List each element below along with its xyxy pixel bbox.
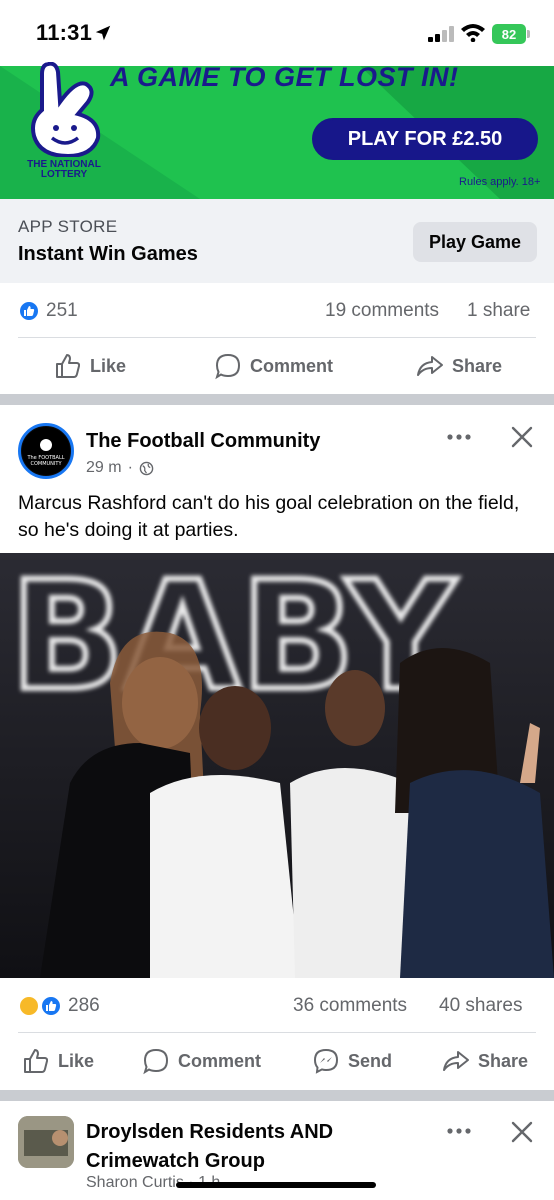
svg-text:COMMUNITY: COMMUNITY — [30, 461, 62, 467]
feed-separator — [0, 394, 554, 405]
like-icon — [24, 1049, 49, 1073]
post-share-button[interactable]: Share — [442, 1043, 528, 1079]
author-name[interactable]: Sharon Curtis — [86, 1174, 184, 1191]
ad-shares-count[interactable]: 1 share — [467, 300, 530, 322]
post-shares-count[interactable]: 40 shares — [439, 995, 522, 1017]
battery-tip — [527, 30, 530, 38]
post-comments-count[interactable]: 36 comments — [293, 995, 407, 1017]
ad-share-button[interactable]: Share — [416, 348, 502, 384]
send-label: Send — [348, 1050, 393, 1071]
post-text: Marcus Rashford can't do his goal celebr… — [18, 492, 520, 541]
group-avatar[interactable] — [18, 1116, 74, 1168]
post-comment-button[interactable]: Comment — [142, 1043, 261, 1079]
wifi-icon — [461, 24, 485, 42]
like-icon — [56, 354, 81, 378]
status-time: 11:31 — [36, 20, 93, 45]
location-arrow-icon — [95, 25, 111, 41]
ad-reaction-count[interactable]: 251 — [46, 300, 78, 322]
group-name[interactable]: Droylsden Residents AND Crimewatch Group — [86, 1118, 416, 1176]
share-icon — [443, 1051, 469, 1071]
close-icon[interactable] — [510, 1120, 534, 1144]
play-for-button[interactable]: PLAY FOR £2.50 — [312, 118, 538, 160]
play-game-button[interactable]: Play Game — [413, 222, 537, 262]
post-like-button[interactable]: Like — [22, 1043, 94, 1079]
messenger-icon — [313, 1048, 339, 1074]
divider — [18, 337, 536, 338]
status-bar: 11:31 82 — [0, 0, 554, 66]
lottery-brand-name: THE NATIONAL LOTTERY — [27, 159, 101, 180]
post-photo[interactable]: BABY — [0, 553, 554, 978]
feed-separator — [0, 1090, 554, 1101]
like-label: Like — [90, 355, 127, 376]
battery-indicator: 82 — [492, 24, 526, 44]
like-reaction-icon — [40, 995, 62, 1017]
post-send-button[interactable]: Send — [312, 1043, 392, 1079]
like-label: Like — [58, 1050, 95, 1071]
like-reaction-icon — [18, 300, 40, 322]
post-time[interactable]: 29 m — [86, 459, 122, 477]
lottery-fingers-logo — [31, 62, 101, 157]
ad-like-button[interactable]: Like — [54, 348, 126, 384]
party-photo: BABY — [0, 553, 554, 978]
ad-headline: A GAME TO GET LOST IN! — [110, 62, 459, 92]
ad-source: APP STORE — [18, 217, 118, 236]
share-icon — [417, 356, 443, 376]
comment-icon — [215, 353, 241, 380]
football-logo-icon: The FOOTBALL COMMUNITY — [22, 427, 70, 475]
home-indicator[interactable] — [176, 1182, 376, 1188]
page-avatar[interactable]: The FOOTBALL COMMUNITY — [18, 423, 74, 479]
divider — [18, 1032, 536, 1033]
comment-label: Comment — [178, 1050, 262, 1071]
ad-comment-button[interactable]: Comment — [214, 348, 333, 384]
comment-label: Comment — [250, 355, 334, 376]
more-options-icon[interactable] — [446, 432, 472, 442]
globe-icon — [139, 461, 154, 475]
share-label: Share — [452, 355, 503, 376]
ad-comments-count[interactable]: 19 comments — [325, 300, 439, 322]
page-name[interactable]: The Football Community — [86, 430, 320, 453]
signal-icon — [428, 26, 454, 42]
post-reaction-count[interactable]: 286 — [68, 995, 100, 1017]
more-options-icon[interactable] — [446, 1126, 472, 1136]
haha-reaction-icon — [18, 995, 40, 1017]
comment-icon — [143, 1048, 169, 1075]
post-meta: 29 m · — [86, 459, 154, 477]
ad-title[interactable]: Instant Win Games — [18, 243, 198, 266]
group-photo — [18, 1116, 74, 1168]
close-icon[interactable] — [510, 425, 534, 449]
meta-dot: · — [127, 459, 133, 476]
share-label: Share — [478, 1050, 529, 1071]
ad-rules: Rules apply. 18+ — [459, 176, 541, 188]
